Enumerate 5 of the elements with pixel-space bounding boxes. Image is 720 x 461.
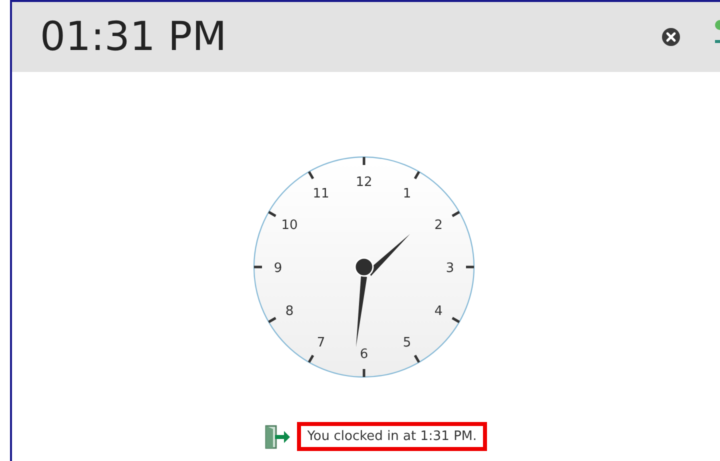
close-icon[interactable] — [662, 28, 680, 46]
current-time: 01:31 PM — [40, 14, 228, 60]
clock-face-drawing: 12 1 2 3 4 5 6 7 8 9 10 11 — [253, 154, 475, 380]
door-exit-icon — [265, 424, 292, 448]
clock-in-message: You clocked in at 1:31 PM. — [297, 422, 487, 451]
